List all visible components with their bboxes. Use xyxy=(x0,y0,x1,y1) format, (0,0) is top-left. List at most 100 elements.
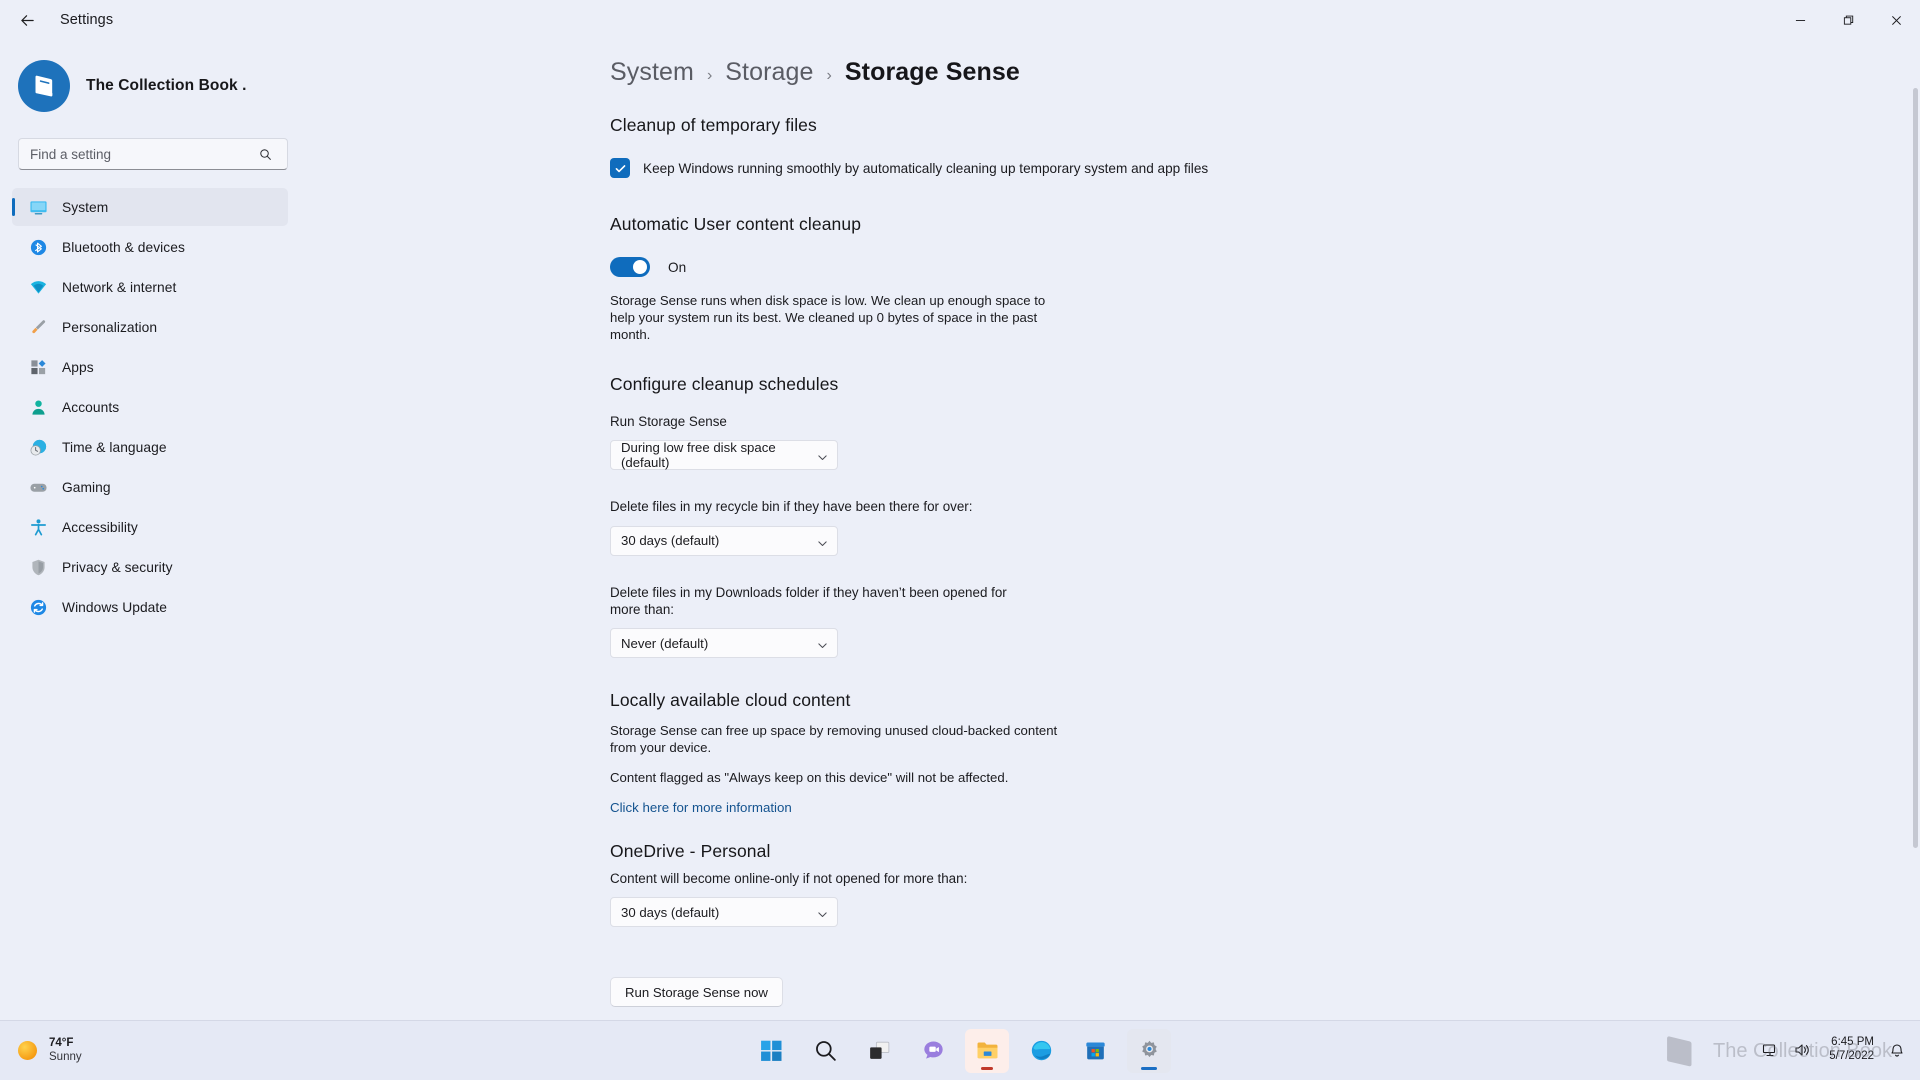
search-box xyxy=(18,138,288,170)
chevron-down-icon xyxy=(817,537,828,552)
sidebar-item-system[interactable]: System xyxy=(12,188,288,226)
sidebar-item-accounts[interactable]: Accounts xyxy=(12,388,288,426)
auto-cleanup-toggle-row[interactable]: On xyxy=(610,257,1920,277)
taskbar-chat-button[interactable] xyxy=(911,1029,955,1073)
onedrive-value: 30 days (default) xyxy=(621,904,720,920)
sidebar-item-accessibility[interactable]: Accessibility xyxy=(12,508,288,546)
sidebar: The Collection Book . System Bl xyxy=(0,40,300,1020)
notification-icon xyxy=(1891,1044,1903,1057)
clock-date: 5/7/2022 xyxy=(1829,1050,1874,1062)
accessibility-icon xyxy=(28,517,48,537)
clock-globe-icon xyxy=(28,437,48,457)
gear-icon xyxy=(1141,1040,1157,1058)
breadcrumb-system[interactable]: System xyxy=(610,58,694,87)
sun-icon xyxy=(18,1041,37,1060)
content-scrollbar[interactable] xyxy=(1913,88,1918,848)
run-storage-sense-value: During low free disk space (default) xyxy=(621,440,776,471)
auto-cleanup-toggle[interactable] xyxy=(610,257,650,277)
sidebar-item-label: Time & language xyxy=(62,439,167,455)
back-button[interactable] xyxy=(8,4,46,36)
recycle-bin-label: Delete files in my recycle bin if they h… xyxy=(610,499,973,515)
edge-icon xyxy=(1031,1040,1051,1061)
sidebar-item-privacy-security[interactable]: Privacy & security xyxy=(12,548,288,586)
downloads-label: Delete files in my Downloads folder if t… xyxy=(610,584,1007,617)
user-profile[interactable]: The Collection Book . xyxy=(0,40,300,118)
auto-cleanup-toggle-state: On xyxy=(668,259,687,275)
breadcrumb: System › Storage › Storage Sense xyxy=(610,58,1920,87)
run-storage-sense-now-button[interactable]: Run Storage Sense now xyxy=(610,977,783,1008)
chevron-down-icon xyxy=(817,451,828,466)
taskbar-task-view-button[interactable] xyxy=(857,1029,901,1073)
shield-icon xyxy=(28,557,48,577)
maximize-button[interactable] xyxy=(1824,0,1872,40)
clock[interactable]: 6:45 PM 5/7/2022 xyxy=(1829,1036,1874,1064)
cloud-content-paragraph-1: Storage Sense can free up space by remov… xyxy=(610,723,1058,756)
volume-tray-button[interactable] xyxy=(1793,1041,1811,1059)
chevron-down-icon xyxy=(817,908,828,923)
file-explorer-icon xyxy=(977,1042,997,1059)
recycle-bin-value: 30 days (default) xyxy=(621,533,720,549)
sidebar-item-label: Personalization xyxy=(62,319,158,335)
cloud-content-heading: Locally available cloud content xyxy=(610,690,851,711)
sidebar-item-network-internet[interactable]: Network & internet xyxy=(12,268,288,306)
taskbar-settings-button[interactable] xyxy=(1127,1028,1171,1073)
volume-icon xyxy=(1795,1044,1809,1056)
sidebar-nav: System Bluetooth & devices Network & int… xyxy=(0,188,300,626)
cloud-content-paragraph-2: Content flagged as "Always keep on this … xyxy=(610,770,1009,786)
minimize-icon xyxy=(1795,19,1805,21)
taskbar-store-button[interactable] xyxy=(1073,1029,1117,1073)
sidebar-item-label: Accounts xyxy=(62,399,120,415)
weather-widget[interactable]: 74°F Sunny xyxy=(18,1037,82,1064)
start-icon xyxy=(760,1040,781,1061)
bluetooth-icon xyxy=(28,237,48,257)
back-arrow-icon xyxy=(20,14,34,26)
chevron-right-icon: › xyxy=(706,67,713,84)
sidebar-item-windows-update[interactable]: Windows Update xyxy=(12,588,288,626)
sidebar-item-label: System xyxy=(62,199,109,215)
profile-name: The Collection Book . xyxy=(86,77,247,94)
taskbar-edge-button[interactable] xyxy=(1019,1029,1063,1073)
close-icon xyxy=(1891,15,1901,25)
close-button[interactable] xyxy=(1872,0,1920,40)
breadcrumb-storage[interactable]: Storage xyxy=(725,58,813,87)
sidebar-item-label: Bluetooth & devices xyxy=(62,239,185,255)
sidebar-item-apps[interactable]: Apps xyxy=(12,348,288,386)
network-tray-button[interactable] xyxy=(1761,1041,1779,1059)
sidebar-item-gaming[interactable]: Gaming xyxy=(12,468,288,506)
taskbar-file-explorer-button[interactable] xyxy=(965,1028,1009,1073)
checkmark-icon xyxy=(615,164,625,172)
chat-icon xyxy=(923,1041,943,1059)
temp-files-checkbox-row[interactable]: Keep Windows running smoothly by automat… xyxy=(610,158,1920,178)
update-icon xyxy=(28,597,48,617)
sidebar-item-personalization[interactable]: Personalization xyxy=(12,308,288,346)
recycle-bin-dropdown[interactable]: 30 days (default) xyxy=(610,525,838,556)
maximize-icon xyxy=(1843,15,1853,25)
search-input[interactable] xyxy=(18,138,288,170)
chevron-down-icon xyxy=(817,639,828,654)
run-storage-sense-dropdown[interactable]: During low free disk space (default) xyxy=(610,440,838,471)
cleanup-heading: Cleanup of temporary files xyxy=(610,115,817,135)
search-button[interactable] xyxy=(256,145,274,163)
onedrive-dropdown[interactable]: 30 days (default) xyxy=(610,897,838,928)
clock-time: 6:45 PM xyxy=(1831,1036,1874,1049)
taskbar-search-button[interactable] xyxy=(803,1029,847,1073)
avatar xyxy=(18,60,70,112)
minimize-button[interactable] xyxy=(1776,0,1824,40)
sidebar-item-label: Gaming xyxy=(62,479,111,495)
more-information-link[interactable]: Click here for more information xyxy=(610,800,792,815)
run-storage-sense-label: Run Storage Sense xyxy=(610,413,727,429)
sidebar-item-time-language[interactable]: Time & language xyxy=(12,428,288,466)
sidebar-item-label: Network & internet xyxy=(62,279,177,295)
temp-files-checkbox[interactable] xyxy=(610,158,630,178)
chevron-right-icon: › xyxy=(826,67,832,84)
sidebar-item-bluetooth-devices[interactable]: Bluetooth & devices xyxy=(12,228,288,266)
notifications-button[interactable] xyxy=(1888,1041,1906,1059)
taskbar-start-button[interactable] xyxy=(749,1029,793,1073)
downloads-dropdown[interactable]: Never (default) xyxy=(610,628,838,659)
wifi-icon xyxy=(28,277,48,297)
active-indicator xyxy=(981,1066,993,1070)
auto-cleanup-description: Storage Sense runs when disk space is lo… xyxy=(610,293,1046,342)
onedrive-heading: OneDrive - Personal xyxy=(610,841,771,862)
breadcrumb-storage-sense: Storage Sense xyxy=(844,58,1020,86)
title-bar: Settings xyxy=(0,0,1920,40)
